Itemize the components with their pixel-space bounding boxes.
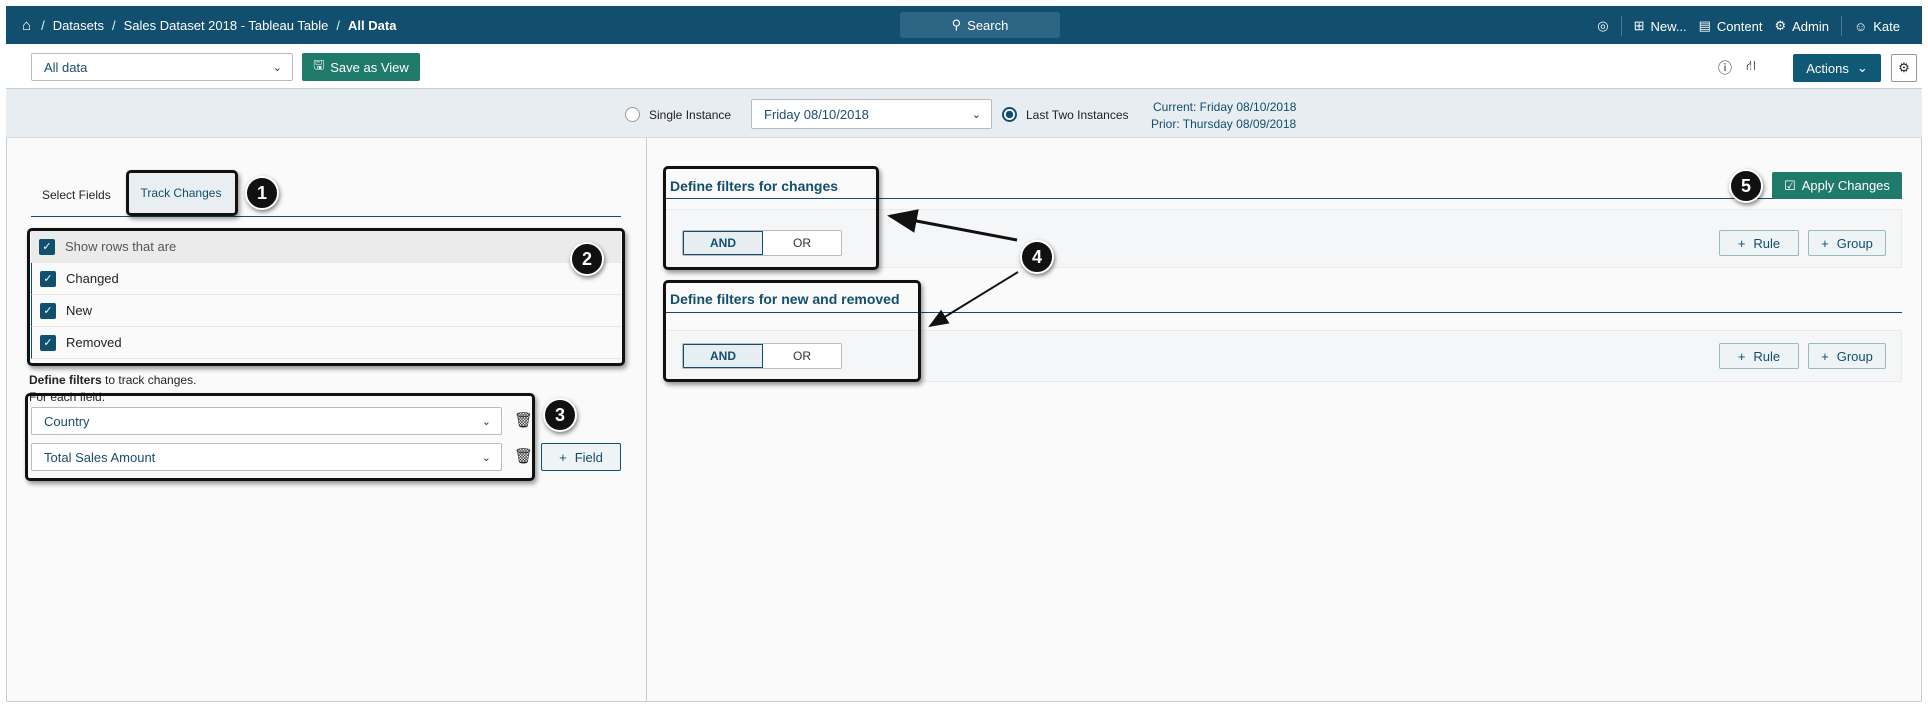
callout-arrows (887, 209, 1019, 328)
callout-number-5: 5 (1729, 169, 1763, 203)
callout-number-4: 4 (1020, 240, 1054, 274)
arrow-to-new-removed (928, 271, 1019, 328)
callout-number-2: 2 (570, 242, 604, 276)
arrow-to-changes (887, 209, 1018, 242)
callout-number-1: 1 (245, 176, 279, 210)
callout-number-3: 3 (543, 398, 577, 432)
